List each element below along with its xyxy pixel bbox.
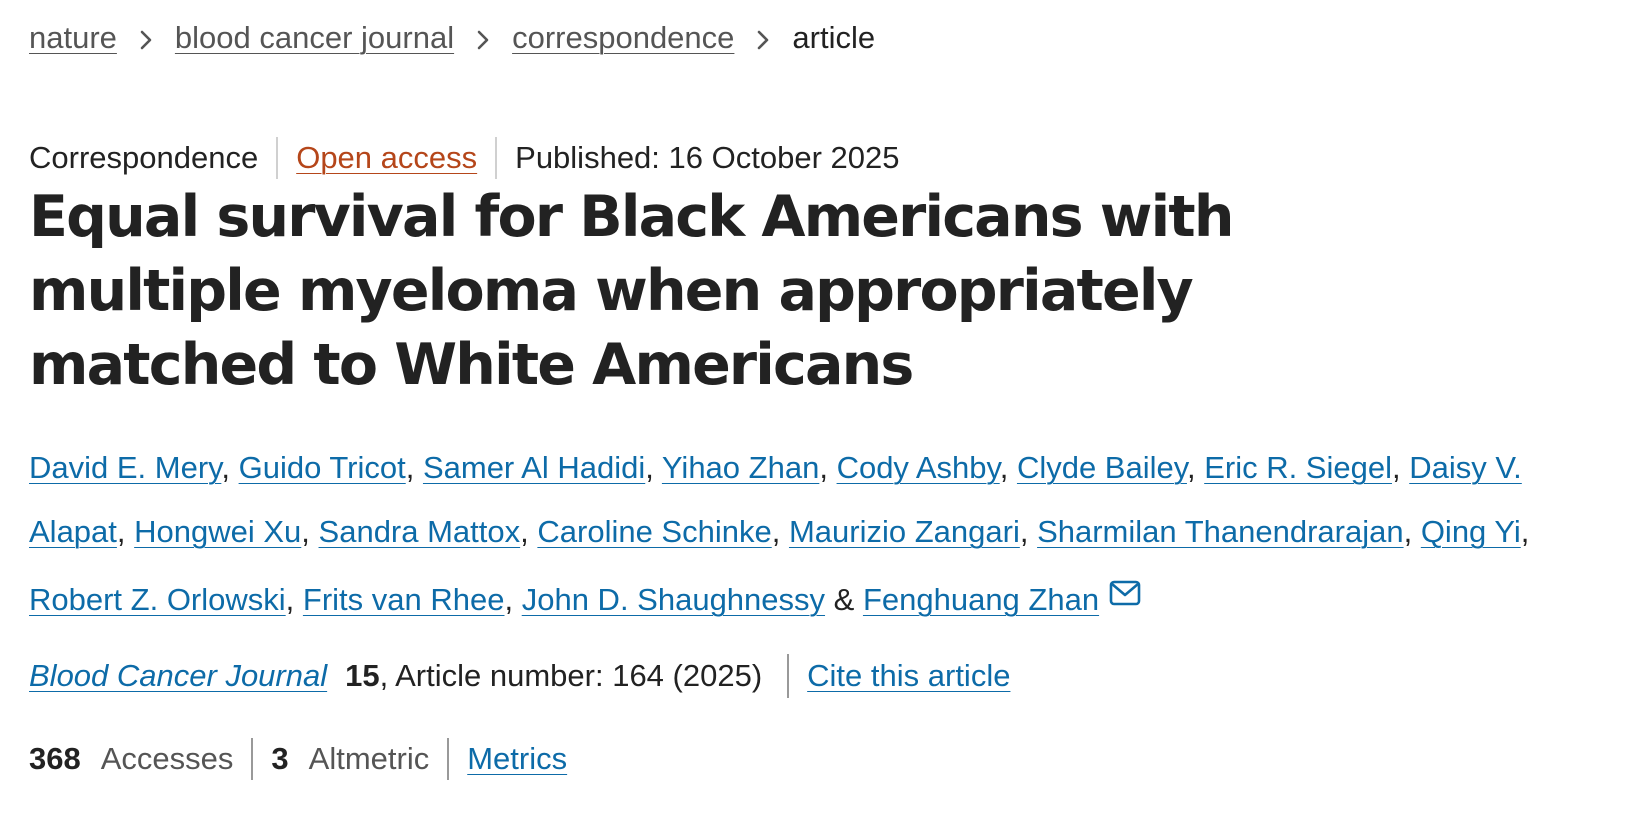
author-separator: , — [1391, 450, 1410, 485]
author-separator: , — [520, 514, 538, 549]
citation-divider — [787, 654, 790, 698]
chevron-right-icon — [734, 16, 792, 60]
meta-divider — [495, 137, 498, 179]
author-link[interactable]: Caroline Schinke — [537, 514, 771, 549]
author-separator: , — [221, 450, 239, 485]
author-separator: , — [285, 582, 303, 617]
chevron-right-icon — [117, 16, 175, 60]
article-meta: Correspondence Open access Published: 16… — [29, 136, 899, 180]
metrics-link[interactable]: Metrics — [467, 737, 567, 781]
author-link[interactable]: Clyde Bailey — [1017, 450, 1187, 485]
breadcrumb-link-nature[interactable]: nature — [29, 16, 117, 60]
author-link[interactable]: John D. Shaughnessy — [522, 582, 825, 617]
author-separator: , — [999, 450, 1017, 485]
author-link[interactable]: Hongwei Xu — [134, 514, 301, 549]
author-last-separator: & — [825, 582, 863, 617]
journal-link[interactable]: Blood Cancer Journal — [29, 654, 327, 698]
altmetric-count: 3 — [271, 741, 289, 776]
journal-volume: 15 — [345, 658, 380, 693]
article-title: Equal survival for Black Americans with … — [29, 184, 1234, 398]
metrics-divider — [251, 738, 254, 780]
author-link[interactable]: Sandra Mattox — [319, 514, 521, 549]
author-separator: , — [504, 582, 522, 617]
author-separator: , — [1403, 514, 1421, 549]
altmetric-label: Altmetric — [308, 741, 430, 776]
author-link[interactable]: Robert Z. Orlowski — [29, 582, 286, 617]
author-separator: , — [771, 514, 789, 549]
author-link[interactable]: Sharmilan Thanendrarajan — [1037, 514, 1404, 549]
author-list: David E. Mery, Guido Tricot, Samer Al Ha… — [29, 436, 1619, 632]
author-separator: , — [116, 514, 135, 549]
author-link[interactable]: Eric R. Siegel — [1204, 450, 1392, 485]
meta-divider — [276, 137, 279, 179]
open-access-link[interactable]: Open access — [296, 136, 477, 180]
breadcrumb-link-correspondence[interactable]: correspondence — [512, 16, 734, 60]
author-link[interactable]: Guido Tricot — [239, 450, 406, 485]
author-link[interactable]: Frits van Rhee — [303, 582, 505, 617]
published-date: Published: 16 October 2025 — [515, 140, 900, 175]
citation: Blood Cancer Journal 15 , Article number… — [29, 654, 1010, 698]
author-separator: , — [301, 514, 319, 549]
author-separator: , — [1520, 514, 1530, 549]
metrics-divider — [447, 738, 450, 780]
article-header-page: nature blood cancer journal corresponden… — [0, 0, 1650, 840]
author-separator: , — [645, 450, 662, 485]
article-metrics: 368 Accesses 3 Altmetric Metrics — [29, 737, 567, 781]
cite-this-article-link[interactable]: Cite this article — [807, 654, 1010, 698]
author-link[interactable]: Qing Yi — [1421, 514, 1521, 549]
article-number: , Article number: 164 (2025) — [379, 658, 763, 693]
author-separator: , — [819, 450, 837, 485]
article-type: Correspondence — [29, 140, 259, 175]
chevron-right-icon — [454, 16, 512, 60]
author-separator: , — [1186, 450, 1205, 485]
mail-icon[interactable] — [1109, 564, 1141, 628]
author-link[interactable]: Maurizio Zangari — [789, 514, 1020, 549]
author-link[interactable]: Cody Ashby — [837, 450, 1000, 485]
author-separator: , — [405, 450, 423, 485]
author-link[interactable]: Samer Al Hadidi — [423, 450, 645, 485]
author-link[interactable]: Yihao Zhan — [662, 450, 819, 485]
breadcrumb-current: article — [792, 20, 876, 55]
breadcrumb-link-blood-cancer-journal[interactable]: blood cancer journal — [175, 16, 454, 60]
author-link[interactable]: Fenghuang Zhan — [863, 582, 1099, 617]
accesses-label: Accesses — [100, 741, 234, 776]
author-link[interactable]: David E. Mery — [29, 450, 221, 485]
author-separator: , — [1019, 514, 1038, 549]
accesses-count: 368 — [29, 741, 81, 776]
breadcrumb: nature blood cancer journal corresponden… — [29, 16, 875, 60]
